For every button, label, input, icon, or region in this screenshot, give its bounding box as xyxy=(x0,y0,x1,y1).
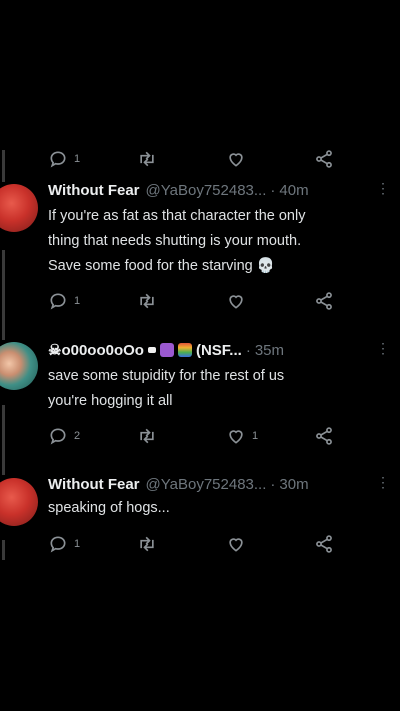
reply-count: 1 xyxy=(74,295,81,307)
share-icon xyxy=(314,149,334,169)
tweet-text-line: you're hogging it all xyxy=(48,393,173,409)
retweet-button[interactable] xyxy=(136,148,158,170)
retweet-button[interactable] xyxy=(136,290,158,312)
share-icon xyxy=(314,426,334,446)
share-button[interactable] xyxy=(314,533,334,555)
heart-icon xyxy=(226,291,246,311)
tweet-text-line: Save some food for the starving 💀 xyxy=(48,258,275,274)
reply-icon xyxy=(48,534,68,554)
tweet-text-line: thing that needs shutting is your mouth. xyxy=(48,233,302,249)
tweet-text-line: speaking of hogs... xyxy=(48,500,170,516)
like-count: 1 xyxy=(252,430,259,442)
thread-connector xyxy=(2,540,5,560)
more-options-icon[interactable]: ⋮ xyxy=(376,340,390,357)
separator: · xyxy=(270,181,276,199)
display-name[interactable]: ☠o00oo0oOo xyxy=(48,341,144,359)
retweet-button[interactable] xyxy=(136,533,158,555)
tweet[interactable]: Without Fear @YaBoy752483... · 30m ⋮ spe… xyxy=(0,474,400,534)
tweet-text-line: save some stupidity for the rest of us xyxy=(48,368,285,384)
tweet-text: If you're as fat as that character the o… xyxy=(48,204,388,279)
retweet-icon xyxy=(136,426,158,446)
reply-icon xyxy=(48,426,68,446)
more-options-icon[interactable]: ⋮ xyxy=(376,474,390,491)
retweet-icon xyxy=(136,534,158,554)
separator: · xyxy=(245,341,251,359)
heart-icon xyxy=(226,149,246,169)
avatar[interactable] xyxy=(0,184,38,232)
tweet-actions: 2 1 xyxy=(48,425,348,447)
timestamp[interactable]: 35m xyxy=(255,342,284,359)
retweet-button[interactable] xyxy=(136,425,158,447)
avatar[interactable] xyxy=(0,342,38,390)
like-button[interactable] xyxy=(226,533,246,555)
reply-button[interactable]: 2 xyxy=(48,425,80,447)
rainbow-flag-emoji-icon xyxy=(177,343,192,357)
separator: · xyxy=(270,475,276,493)
timestamp[interactable]: 40m xyxy=(279,182,308,199)
reply-icon xyxy=(48,291,68,311)
heart-emoji-icon xyxy=(147,347,156,353)
retweet-icon xyxy=(136,149,158,169)
reply-icon xyxy=(48,149,68,169)
tweet-header: ☠o00oo0oOo (NSF... · 35m xyxy=(48,340,388,360)
reply-button[interactable]: 1 xyxy=(48,148,80,170)
display-name[interactable]: Without Fear xyxy=(48,182,140,199)
like-button[interactable] xyxy=(226,290,246,312)
share-icon xyxy=(314,534,334,554)
display-name[interactable]: Without Fear xyxy=(48,476,140,493)
heart-icon xyxy=(226,534,246,554)
tweet-actions: 1 xyxy=(48,148,348,170)
retweet-icon xyxy=(136,291,158,311)
share-button[interactable] xyxy=(314,425,334,447)
reply-count: 2 xyxy=(74,430,81,442)
tweet-text-line: If you're as fat as that character the o… xyxy=(48,208,306,224)
reply-count: 1 xyxy=(74,538,81,550)
share-icon xyxy=(314,291,334,311)
more-options-icon[interactable]: ⋮ xyxy=(376,180,390,197)
tweet-actions: 1 xyxy=(48,533,348,555)
tweet-header: Without Fear @YaBoy752483... · 30m xyxy=(48,474,388,494)
user-handle[interactable]: @YaBoy752483... xyxy=(146,182,267,199)
tweet-header: Without Fear @YaBoy752483... · 40m xyxy=(48,180,388,200)
like-button[interactable] xyxy=(226,148,246,170)
reply-count: 1 xyxy=(74,153,81,165)
timestamp[interactable]: 30m xyxy=(279,476,308,493)
reply-button[interactable]: 1 xyxy=(48,290,80,312)
purple-heart-emoji-icon xyxy=(159,343,174,357)
user-handle[interactable]: @YaBoy752483... xyxy=(146,476,267,493)
heart-icon xyxy=(226,426,246,446)
reply-thread: 1 Without Fear @YaBoy752483... · 40m ⋮ I… xyxy=(0,0,400,711)
tweet-text: speaking of hogs... xyxy=(48,496,388,521)
display-name-suffix[interactable]: (NSF... xyxy=(196,342,242,359)
share-button[interactable] xyxy=(314,290,334,312)
tweet-actions: 1 xyxy=(48,290,348,312)
like-button[interactable]: 1 xyxy=(226,425,258,447)
thread-connector xyxy=(2,150,5,182)
avatar[interactable] xyxy=(0,478,38,526)
reply-button[interactable]: 1 xyxy=(48,533,80,555)
share-button[interactable] xyxy=(314,148,334,170)
tweet-text: save some stupidity for the rest of us y… xyxy=(48,364,388,414)
